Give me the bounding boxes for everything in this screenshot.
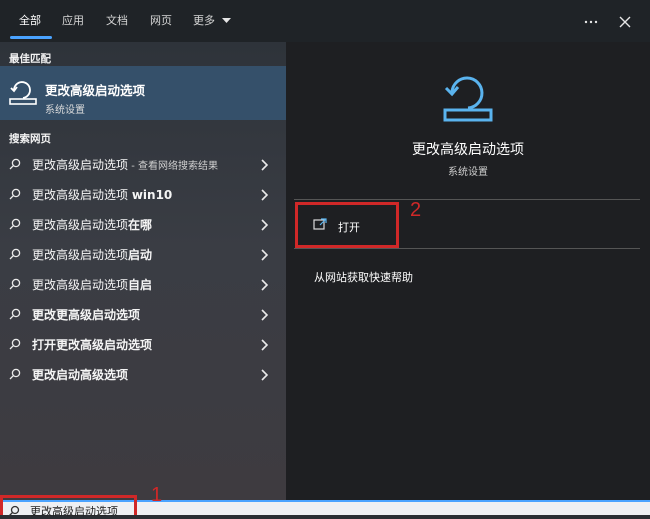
annotation-number-1: 1 — [151, 484, 163, 506]
web-result-bold-text: 在哪 — [128, 218, 153, 232]
search-icon — [9, 158, 21, 170]
web-result-suffix: - 查看网络搜索结果 — [128, 161, 218, 172]
web-result-text: 更改高级启动选项 — [32, 218, 129, 232]
chevron-right-icon[interactable] — [259, 188, 269, 202]
web-result-item[interactable]: 更改更高级启动选项 — [0, 300, 286, 330]
tab-apps-label: 应用 — [62, 14, 84, 27]
recovery-icon — [9, 81, 37, 105]
chevron-right-icon[interactable] — [259, 338, 269, 352]
web-result-bold-text: win10 — [131, 188, 173, 202]
best-match-item[interactable]: 更改高级启动选项 系统设置 — [0, 66, 286, 120]
tab-all-label: 全部 — [19, 14, 41, 27]
web-result-bold-text: 更改启动高级选项 — [32, 368, 129, 382]
chevron-right-icon[interactable] — [259, 158, 269, 172]
search-icon — [9, 368, 21, 380]
tab-web[interactable]: 网页 — [150, 0, 172, 42]
search-icon — [9, 188, 21, 200]
web-result-item[interactable]: 更改高级启动选项启动 — [0, 240, 286, 270]
preview-app-title: 更改高级启动选项 — [412, 142, 524, 158]
web-result-label: 更改高级启动选项 win10 — [32, 186, 172, 203]
web-result-item[interactable]: 更改高级启动选项 - 查看网络搜索结果 — [0, 150, 286, 180]
search-icon — [9, 278, 21, 290]
chevron-right-icon[interactable] — [259, 308, 269, 322]
highlight-box-search — [0, 495, 137, 515]
tab-documents[interactable]: 文档 — [106, 0, 128, 42]
tab-web-label: 网页 — [150, 14, 172, 27]
web-result-item[interactable]: 更改高级启动选项自启 — [0, 270, 286, 300]
web-result-item[interactable]: 打开更改高级启动选项 — [0, 330, 286, 360]
best-match-title: 更改高级启动选项 — [45, 83, 146, 98]
web-result-bold-text: 自启 — [128, 278, 153, 292]
results-panel: 最佳匹配 更改高级启动选项 系统设置 搜索网页 更改高级启动选项 - 查看网络搜… — [0, 42, 286, 500]
chevron-right-icon[interactable] — [259, 278, 269, 292]
tab-more[interactable]: 更多 — [193, 0, 231, 42]
web-result-bold-text: 更改更高级启动选项 — [32, 308, 141, 322]
preview-app-subtitle: 系统设置 — [448, 167, 488, 178]
web-result-label: 更改高级启动选项 - 查看网络搜索结果 — [32, 156, 218, 173]
web-result-label: 更改高级启动选项自启 — [32, 276, 152, 293]
close-icon[interactable] — [619, 0, 631, 42]
search-icon — [9, 218, 21, 230]
web-result-bold-text: 启动 — [128, 248, 153, 262]
annotation-number-2: 2 — [410, 199, 422, 221]
web-result-label: 打开更改高级启动选项 — [32, 336, 152, 353]
web-search-heading: 搜索网页 — [9, 133, 51, 145]
best-match-subtitle: 系统设置 — [45, 105, 85, 116]
web-result-label: 更改高级启动选项启动 — [32, 246, 152, 263]
divider — [294, 248, 640, 249]
search-icon — [9, 308, 21, 320]
tab-more-label: 更多 — [193, 14, 215, 27]
web-result-item[interactable]: 更改启动高级选项 — [0, 360, 286, 390]
search-icon — [9, 338, 21, 350]
web-result-label: 更改更高级启动选项 — [32, 306, 140, 323]
chevron-right-icon[interactable] — [259, 368, 269, 382]
tab-documents-label: 文档 — [106, 14, 128, 27]
web-result-text: 更改高级启动选项 — [32, 158, 129, 172]
web-result-bold-text: 打开更改高级启动选项 — [32, 338, 153, 352]
chevron-right-icon[interactable] — [259, 218, 269, 232]
recovery-icon — [443, 76, 493, 122]
chevron-right-icon[interactable] — [259, 248, 269, 262]
tab-active-indicator — [10, 36, 52, 39]
highlight-box-open — [295, 202, 399, 248]
web-result-label: 更改高级启动选项在哪 — [32, 216, 152, 233]
top-bar: 全部 应用 文档 网页 更多 — [0, 0, 650, 42]
divider — [294, 199, 640, 200]
web-help-link[interactable]: 从网站获取快速帮助 — [314, 269, 413, 285]
web-result-text: 更改高级启动选项 — [32, 278, 129, 292]
web-result-label: 更改启动高级选项 — [32, 366, 128, 383]
web-result-item[interactable]: 更改高级启动选项在哪 — [0, 210, 286, 240]
caret-down-icon — [221, 18, 231, 23]
more-icon[interactable] — [584, 0, 598, 42]
best-match-heading: 最佳匹配 — [9, 53, 51, 65]
tab-apps[interactable]: 应用 — [62, 0, 84, 42]
web-result-item[interactable]: 更改高级启动选项 win10 — [0, 180, 286, 210]
web-result-text: 更改高级启动选项 — [32, 248, 129, 262]
web-result-text: 更改高级启动选项 — [32, 188, 132, 202]
preview-panel: 更改高级启动选项 系统设置 打开 从网站获取快速帮助 — [286, 42, 650, 500]
search-icon — [9, 248, 21, 260]
